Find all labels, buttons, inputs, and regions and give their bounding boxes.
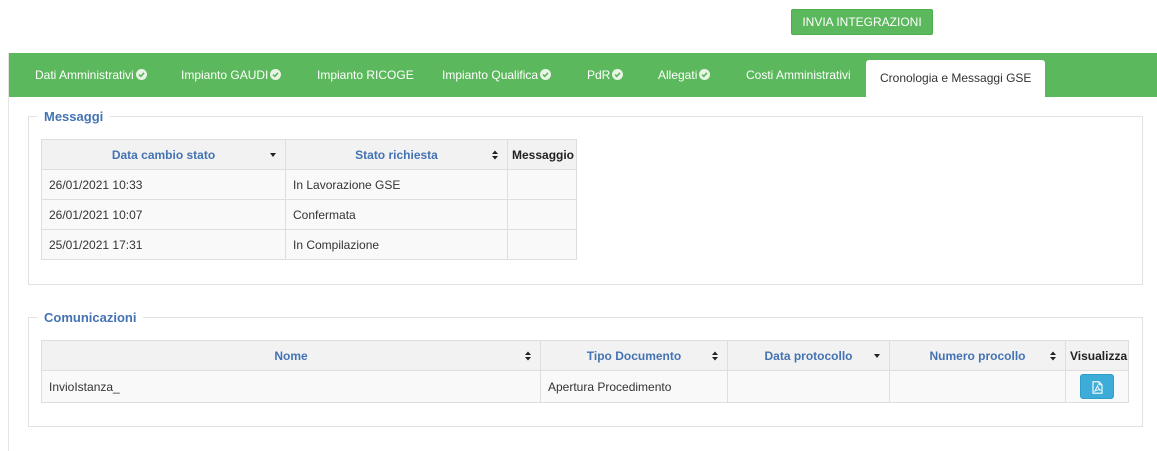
cell-data-cambio-stato: 26/01/2021 10:33 [41,169,286,200]
table-row: 26/01/2021 10:07 Confermata [41,199,577,230]
cell-visualizza [1065,370,1129,403]
tab-cronologia-messaggi-gse[interactable]: Cronologia e Messaggi GSE [866,60,1046,97]
column-header-stato-richiesta[interactable]: Stato richiesta [285,139,508,170]
comunicazioni-table: Nome Tipo Documento Data protocollo Nume… [41,340,1129,403]
caret-down-icon [269,150,277,160]
cell-messaggio [507,199,577,230]
column-header-data-cambio-stato[interactable]: Data cambio stato [41,139,286,170]
column-header-data-protocollo[interactable]: Data protocollo [727,340,890,371]
table-row: InvioIstanza_ Apertura Procedimento [41,370,1129,403]
tab-label: Impianto Qualifica [442,68,539,82]
sort-icon [1049,351,1057,361]
tab-costi-amministrativi[interactable]: Costi Amministrativi [746,53,851,97]
messaggi-table: Data cambio stato Stato richiesta Messag… [41,139,577,260]
column-header-numero-procollo[interactable]: Numero procollo [889,340,1066,371]
tab-label: Costi Amministrativi [746,68,851,82]
check-circle-icon [699,69,711,80]
check-circle-icon [270,69,282,80]
page-left-border [8,53,9,451]
tab-impianto-ricoge[interactable]: Impianto RICOGE [317,53,414,97]
column-header-nome[interactable]: Nome [41,340,541,371]
tab-label: Impianto RICOGE [317,68,414,82]
cell-messaggio [507,169,577,200]
column-header-messaggio: Messaggio [507,139,577,170]
tab-impianto-gaudi[interactable]: Impianto GAUDI [181,53,282,97]
tab-label: Cronologia e Messaggi GSE [880,71,1032,85]
table-row: 26/01/2021 10:33 In Lavorazione GSE [41,169,577,200]
cell-messaggio [507,229,577,260]
tab-label: PdR [587,68,611,82]
sort-icon [711,351,719,361]
messaggi-panel: Messaggi Data cambio stato Stato richies… [28,109,1143,285]
column-header-tipo-documento[interactable]: Tipo Documento [540,340,728,371]
messaggi-legend: Messaggi [37,109,111,125]
tab-label: Allegati [658,68,698,82]
top-bar: INVIA INTEGRAZIONI [0,0,1157,53]
sort-icon [491,150,499,160]
cell-data-cambio-stato: 25/01/2021 17:31 [41,229,286,260]
cell-stato-richiesta: In Lavorazione GSE [285,169,508,200]
comunicazioni-legend: Comunicazioni [37,310,144,326]
comunicazioni-panel: Comunicazioni Nome Tipo Documento Data p… [28,310,1143,427]
tab-label: Dati Amministrativi [35,68,134,82]
cell-stato-richiesta: Confermata [285,199,508,230]
file-pdf-icon [1092,381,1103,394]
invia-integrazioni-button[interactable]: INVIA INTEGRAZIONI [791,9,933,35]
visualizza-pdf-button[interactable] [1080,374,1114,399]
tab-label: Impianto GAUDI [181,68,269,82]
check-circle-icon [612,69,624,80]
caret-down-icon [873,351,881,361]
cell-stato-richiesta: In Compilazione [285,229,508,260]
cell-data-cambio-stato: 26/01/2021 10:07 [41,199,286,230]
cell-nome: InvioIstanza_ [41,370,541,403]
cell-numero-procollo [889,370,1066,403]
check-circle-icon [135,69,147,80]
check-circle-icon [540,69,552,80]
table-row: 25/01/2021 17:31 In Compilazione [41,229,577,260]
tab-impianto-qualifica[interactable]: Impianto Qualifica [442,53,552,97]
column-header-visualizza: Visualizza [1065,340,1129,371]
tab-allegati[interactable]: Allegati [658,53,711,97]
tab-dati-amministrativi[interactable]: Dati Amministrativi [35,53,147,97]
tab-pdr[interactable]: PdR [587,53,624,97]
sort-icon [524,351,532,361]
cell-data-protocollo [727,370,890,403]
tab-bar: Dati Amministrativi Impianto GAUDI Impia… [9,53,1157,97]
cell-tipo-documento: Apertura Procedimento [540,370,728,403]
